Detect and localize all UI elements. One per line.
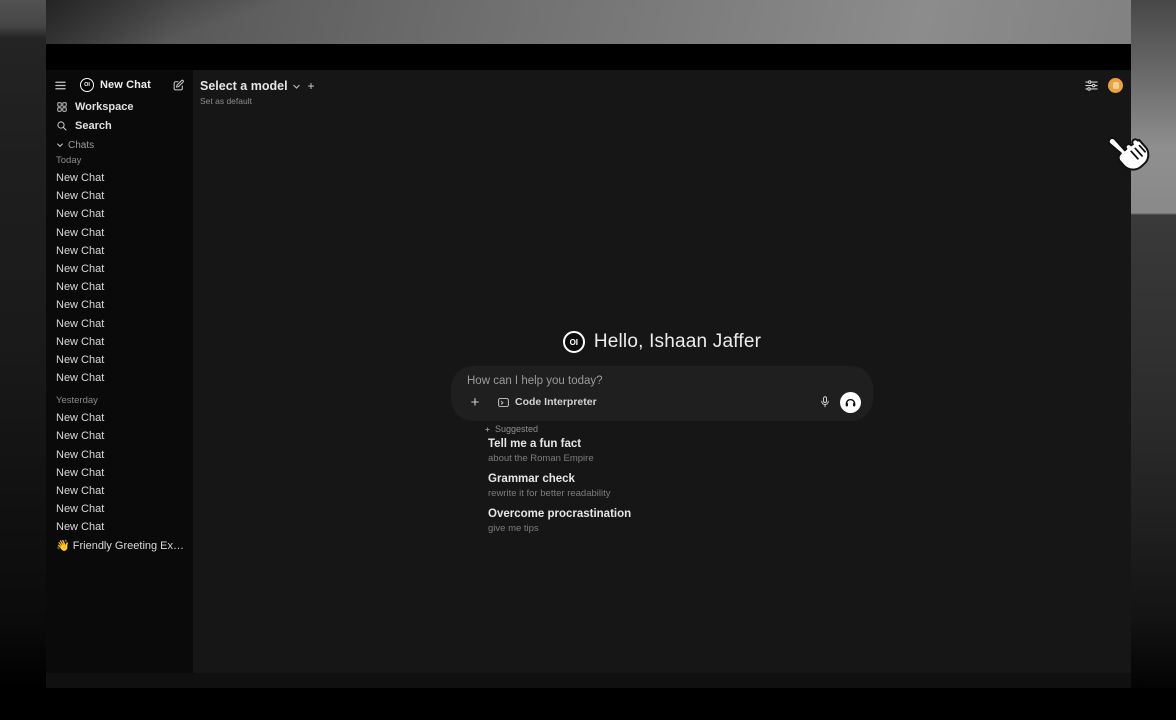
main-area: Select a model + Set as default [193, 70, 1131, 673]
new-chat-icon[interactable] [172, 79, 185, 92]
code-interpreter-toggle[interactable]: Code Interpreter [497, 396, 597, 409]
chat-list-item[interactable]: New Chat [54, 242, 185, 260]
chat-list-item[interactable]: New Chat [54, 409, 185, 427]
chat-group-label-today: Today [54, 153, 185, 169]
chat-list-item[interactable]: 👋 Friendly Greeting Exchange [54, 537, 185, 555]
chat-list-item[interactable]: New Chat [54, 482, 185, 500]
sidebar: OI New Chat Workspace Search [46, 70, 193, 673]
workspace-grid-icon [56, 101, 68, 113]
desktop-background-bottom-bar [0, 688, 1176, 720]
window-titlebar [46, 44, 1131, 70]
sidebar-item-workspace[interactable]: Workspace [54, 97, 185, 116]
suggested-prompts: Tell me a fun fact about the Roman Empir… [484, 437, 873, 535]
app-window: OI New Chat Workspace Search [46, 44, 1131, 673]
chat-list-item[interactable]: New Chat [54, 427, 185, 445]
chat-list-item[interactable]: New Chat [54, 315, 185, 333]
desktop-background-right [1131, 0, 1176, 720]
model-selector-label: Select a model [200, 79, 288, 93]
chat-list-item[interactable]: New Chat [54, 333, 185, 351]
chevron-down-icon [292, 82, 301, 91]
voice-mode-button[interactable] [840, 392, 861, 413]
set-as-default-link[interactable]: Set as default [200, 96, 315, 106]
chat-list-item[interactable]: New Chat [54, 446, 185, 464]
search-label: Search [75, 120, 112, 132]
suggested-prompt[interactable]: Grammar check rewrite it for better read… [484, 472, 873, 500]
search-icon [56, 120, 68, 132]
chats-section-label: Chats [68, 140, 94, 151]
headphones-icon [844, 396, 857, 408]
greeting: OI Hello, Ishaan Jaffer [563, 329, 761, 355]
terminal-icon [497, 396, 510, 409]
chat-list-item[interactable]: New Chat [54, 296, 185, 314]
message-composer[interactable]: How can I help you today? + Code Interpr… [451, 366, 873, 421]
suggested-label: Suggested [495, 424, 538, 434]
chat-list-item[interactable]: New Chat [54, 464, 185, 482]
desktop-background-top [0, 0, 1176, 44]
chats-section-toggle[interactable]: Chats [54, 137, 185, 153]
controls-sliders-icon[interactable] [1084, 78, 1099, 93]
prompt-subtitle: about the Roman Empire [488, 452, 873, 465]
avatar-glyph [1113, 82, 1119, 89]
chat-list-item[interactable]: New Chat [54, 351, 185, 369]
app-logo-icon: OI [563, 331, 585, 353]
prompt-title: Overcome procrastination [488, 507, 873, 522]
code-interpreter-label: Code Interpreter [515, 396, 597, 408]
chat-list-item[interactable]: New Chat [54, 169, 185, 187]
workspace-label: Workspace [75, 101, 134, 113]
greeting-text: Hello, Ishaan Jaffer [594, 331, 761, 353]
suggested-section: Suggested Tell me a fun fact about the R… [451, 421, 873, 535]
model-selector-block: Select a model + Set as default [200, 77, 315, 106]
sidebar-item-search[interactable]: Search [54, 116, 185, 135]
prompt-subtitle: give me tips [488, 522, 873, 535]
prompt-subtitle: rewrite it for better readability [488, 487, 873, 500]
prompt-title: Grammar check [488, 472, 873, 487]
attach-plus-button[interactable]: + [467, 394, 483, 411]
sidebar-toggle-icon[interactable] [54, 79, 67, 92]
composer-placeholder[interactable]: How can I help you today? [467, 375, 861, 387]
chat-list-item[interactable]: New Chat [54, 500, 185, 518]
chat-list-item[interactable]: New Chat [54, 369, 185, 387]
chat-group-label-yesterday: Yesterday [54, 393, 185, 409]
prompt-title: Tell me a fun fact [488, 437, 873, 452]
user-avatar[interactable] [1108, 78, 1123, 93]
chat-list-item[interactable]: New Chat [54, 278, 185, 296]
chevron-down-icon [56, 141, 64, 149]
suggested-prompt[interactable]: Tell me a fun fact about the Roman Empir… [484, 437, 873, 465]
suggested-prompt[interactable]: Overcome procrastination give me tips [484, 507, 873, 535]
sidebar-brand-label: New Chat [100, 79, 151, 91]
chat-list-item[interactable]: New Chat [54, 260, 185, 278]
chat-list-today: New ChatNew ChatNew ChatNew ChatNew Chat… [54, 169, 185, 387]
add-model-button[interactable]: + [308, 79, 315, 93]
sparkle-icon [484, 426, 491, 433]
model-selector[interactable]: Select a model + [200, 77, 315, 95]
desktop-background-left [0, 0, 46, 720]
chat-list-item[interactable]: New Chat [54, 187, 185, 205]
app-logo-icon: OI [80, 78, 94, 92]
chat-list-yesterday: New ChatNew ChatNew ChatNew ChatNew Chat… [54, 409, 185, 555]
chat-list-item[interactable]: New Chat [54, 205, 185, 223]
chat-list-item[interactable]: New Chat [54, 518, 185, 536]
chat-list-item[interactable]: New Chat [54, 224, 185, 242]
microphone-icon[interactable] [819, 395, 831, 409]
